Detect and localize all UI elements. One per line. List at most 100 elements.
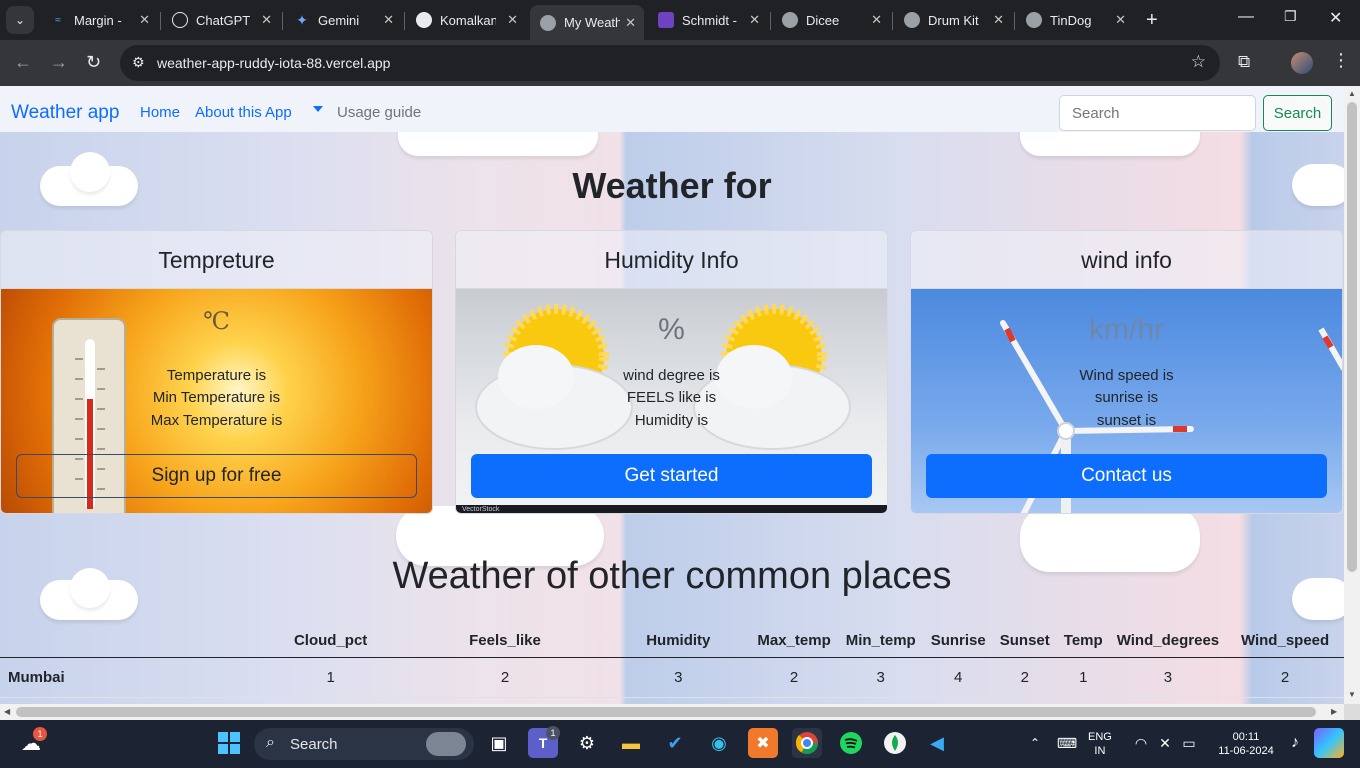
minimize-icon[interactable]: —	[1238, 8, 1254, 26]
tab-tindog[interactable]: TinDog ✕	[1016, 5, 1134, 35]
address-bar[interactable]: ⚙ weather-app-ruddy-iota-88.vercel.app ☆	[120, 45, 1220, 81]
tab-chatgpt[interactable]: ChatGPT ✕	[162, 5, 280, 35]
extensions-icon[interactable]: ⧉	[1238, 52, 1250, 72]
dropdown-caret-icon[interactable]	[313, 106, 323, 112]
nav-usage-guide[interactable]: Usage guide	[337, 104, 421, 121]
taskbar-search-box[interactable]: ⌕ Search	[254, 728, 474, 760]
table-header-row: Cloud_pct Feels_like Humidity Max_temp M…	[0, 624, 1344, 658]
table-cell: 2	[750, 657, 838, 698]
notification-bell-icon[interactable]: ♪	[1280, 728, 1310, 758]
table-header-feels-like: Feels_like	[403, 624, 607, 658]
scroll-up-icon[interactable]: ▲	[1348, 89, 1356, 98]
tab-schmidt[interactable]: Schmidt - ✕	[648, 5, 768, 35]
min-temperature-line: Min Temperature is	[152, 389, 281, 406]
tray-chevron-icon[interactable]: ⌃	[1020, 728, 1050, 758]
table-header-wind-speed: Wind_speed	[1226, 624, 1344, 658]
tab-search-button[interactable]: ⌄	[6, 6, 34, 34]
url-text[interactable]: weather-app-ruddy-iota-88.vercel.app	[157, 55, 390, 71]
card-title: Humidity Info	[456, 231, 887, 289]
table-header-sunset: Sunset	[992, 624, 1057, 658]
vertical-scrollbar[interactable]: ▲ ▼	[1344, 86, 1360, 704]
scroll-right-icon[interactable]: ▶	[1331, 707, 1337, 716]
settings-gear-icon[interactable]: ⚙	[572, 728, 602, 758]
scroll-down-icon[interactable]: ▼	[1348, 690, 1356, 699]
kmhr-unit: km/hr	[1089, 313, 1164, 346]
tab-divider	[404, 12, 405, 30]
xampp-icon[interactable]: ✖	[748, 728, 778, 758]
clock[interactable]: 00:11 11-06-2024	[1210, 730, 1282, 758]
forward-icon[interactable]: →	[50, 52, 68, 73]
close-icon[interactable]: ✕	[993, 12, 1004, 28]
edge-icon[interactable]: ◉	[704, 728, 734, 758]
brand-link[interactable]: Weather app	[11, 102, 119, 124]
reload-icon[interactable]: ↻	[86, 52, 101, 73]
table-cell: 4	[923, 657, 993, 698]
horizontal-scroll-thumb[interactable]	[16, 707, 1316, 717]
nav-home[interactable]: Home	[140, 104, 180, 121]
new-tab-icon[interactable]: +	[1146, 9, 1158, 32]
contact-us-button[interactable]: Contact us	[926, 454, 1327, 498]
todo-check-icon[interactable]: ✔	[660, 728, 690, 758]
search-button[interactable]: Search	[1263, 95, 1332, 131]
page-title: Weather for	[572, 165, 772, 206]
close-icon[interactable]: ✕	[1115, 12, 1126, 28]
close-icon[interactable]: ✕	[261, 12, 272, 28]
tab-margin[interactable]: ≈ Margin - ✕	[40, 5, 158, 35]
chrome-icon[interactable]	[792, 728, 822, 758]
profile-avatar[interactable]	[1291, 52, 1313, 74]
sun-background-image: ℃ Temperature is Min Temperature is Max …	[1, 289, 432, 513]
vertical-scroll-thumb[interactable]	[1347, 102, 1357, 572]
table-header-temp: Temp	[1056, 624, 1110, 658]
sign-up-button[interactable]: Sign up for free	[16, 454, 417, 498]
language-indicator[interactable]: ENG IN	[1088, 730, 1112, 758]
table-cell: 1	[257, 657, 404, 698]
tab-dicee[interactable]: Dicee ✕	[772, 5, 890, 35]
bookmark-star-icon[interactable]: ☆	[1191, 52, 1206, 72]
close-icon[interactable]: ✕	[507, 12, 518, 28]
tab-drum-kit[interactable]: Drum Kit ✕	[894, 5, 1012, 35]
search-icon: ⌕	[266, 734, 275, 751]
wind-degree-line: wind degree is	[623, 367, 720, 384]
card-title: wind info	[911, 231, 1342, 289]
card-title: Tempreture	[1, 231, 432, 289]
wind-speed-line: Wind speed is	[1079, 367, 1174, 384]
wave-icon: ≈	[55, 14, 61, 26]
date-text: 11-06-2024	[1218, 745, 1274, 757]
tab-github[interactable]: Komalkan ✕	[406, 5, 526, 35]
tab-my-weather[interactable]: My Weath ✕	[530, 5, 644, 40]
close-icon[interactable]: ✕	[625, 15, 636, 31]
keyboard-icon[interactable]: ⌨	[1052, 728, 1082, 758]
back-icon[interactable]: ←	[14, 52, 32, 73]
table-cell: 2	[403, 657, 607, 698]
site-settings-icon[interactable]: ⚙	[132, 54, 145, 71]
battery-icon[interactable]: ▭	[1174, 728, 1204, 758]
spotify-icon[interactable]	[836, 728, 866, 758]
close-icon[interactable]: ✕	[871, 12, 882, 28]
globe-icon	[904, 12, 920, 28]
close-icon[interactable]: ✕	[383, 12, 394, 28]
window-close-icon[interactable]: ✕	[1329, 8, 1342, 28]
scroll-left-icon[interactable]: ◀	[4, 707, 10, 716]
restore-icon[interactable]: ❐	[1284, 8, 1297, 25]
horizontal-scrollbar[interactable]: ◀ ▶	[0, 704, 1344, 720]
start-icon[interactable]	[214, 728, 244, 758]
teams-badge: 1	[546, 726, 560, 740]
mongodb-icon[interactable]	[880, 728, 910, 758]
close-icon[interactable]: ✕	[749, 12, 760, 28]
sunset-line: sunset is	[1096, 412, 1157, 429]
task-view-icon[interactable]: ▣	[484, 728, 514, 758]
tab-gemini[interactable]: ✦ Gemini ✕	[284, 5, 402, 35]
file-explorer-icon[interactable]: ▬	[616, 728, 646, 758]
search-input[interactable]	[1059, 95, 1256, 131]
table-header-humidity: Humidity	[606, 624, 751, 658]
copilot-icon[interactable]	[1314, 728, 1344, 758]
globe-icon	[540, 14, 556, 31]
vscode-icon[interactable]: ◀	[922, 728, 952, 758]
tab-divider	[892, 12, 893, 30]
table-header-city	[0, 624, 258, 658]
menu-kebab-icon[interactable]: ⋮	[1332, 50, 1350, 71]
nav-about[interactable]: About this App	[195, 104, 292, 121]
get-started-button[interactable]: Get started	[471, 454, 872, 498]
browser-tab-strip: ⌄ ≈ Margin - ✕ ChatGPT ✕ ✦ Gemini ✕ Koma…	[0, 0, 1360, 40]
close-icon[interactable]: ✕	[139, 12, 150, 28]
